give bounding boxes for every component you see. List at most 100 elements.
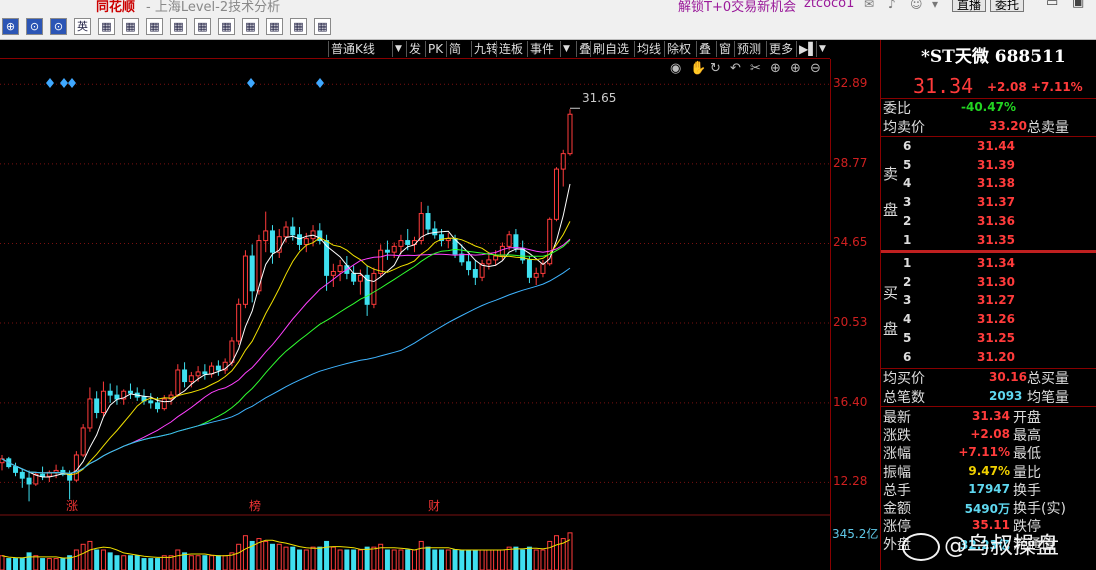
sell-side-label: 盘 <box>883 201 899 219</box>
volume-bar <box>297 549 303 570</box>
ask-price[interactable]: 31.39 <box>977 158 1015 172</box>
chart-tab-2[interactable]: 发 <box>406 41 421 57</box>
volume-bar <box>73 549 79 570</box>
stat-label: 最新 <box>883 410 911 426</box>
candle-body <box>330 270 336 276</box>
candle-body <box>297 234 303 245</box>
ask-price[interactable]: 31.35 <box>977 233 1015 247</box>
toolbar-button-3[interactable]: 英 <box>74 18 91 35</box>
bid-price[interactable]: 31.20 <box>977 350 1015 364</box>
toolbar-button-6[interactable]: ▦ <box>146 18 163 35</box>
volume-bar <box>439 549 445 570</box>
ask-price[interactable]: 31.44 <box>977 139 1015 153</box>
candle-body <box>513 234 519 249</box>
chart-tab-11[interactable]: 均线 <box>634 41 661 57</box>
toolbar-button-7[interactable]: ▦ <box>170 18 187 35</box>
promo-link[interactable]: 解锁T+0交易新机会 <box>678 0 796 14</box>
chart-tab-15[interactable]: 预测 <box>734 41 761 57</box>
y-tick-label: 24.65 <box>833 235 868 250</box>
chart-tab-10[interactable]: 刷自选 <box>590 41 629 57</box>
ask-price[interactable]: 31.36 <box>977 214 1015 228</box>
toolbar-button-13[interactable]: ▦ <box>314 18 331 35</box>
chart-tab-14[interactable]: 窗 <box>716 41 731 57</box>
bid-level: 4 <box>903 312 912 327</box>
chart-tab-12[interactable]: 除权 <box>664 41 691 57</box>
volume-bar <box>384 549 390 570</box>
chart-tab-4[interactable]: 简 <box>446 41 461 57</box>
stat-label-2: 开盘 <box>1013 410 1041 426</box>
weibi-label: 委比 <box>883 101 911 117</box>
volume-bar <box>127 555 133 570</box>
candle-body <box>486 259 492 265</box>
stat-value: +2.08 <box>970 427 1010 442</box>
chart-tab-17[interactable]: ▶▌ <box>796 41 817 57</box>
ask-price[interactable]: 31.38 <box>977 176 1015 190</box>
quote-panel: *ST天微 688511 31.34 +2.08 +7.11% 委比 -40.4… <box>880 40 1096 570</box>
event-marker: 榜 <box>249 499 262 513</box>
bid-price[interactable]: 31.25 <box>977 331 1015 345</box>
chart-tab-8[interactable]: ▼ <box>560 41 570 57</box>
volume-bar <box>202 555 208 570</box>
y-tick-label: 12.28 <box>833 474 868 489</box>
bid-price[interactable]: 31.27 <box>977 293 1015 307</box>
maximize-icon[interactable]: ▣ <box>1072 0 1084 10</box>
candle-body <box>87 398 93 429</box>
toolbar-button-12[interactable]: ▦ <box>290 18 307 35</box>
toolbar-button-10[interactable]: ▦ <box>242 18 259 35</box>
service-icon[interactable]: ☺ <box>910 0 923 11</box>
chart-tab-6[interactable]: 连板 <box>496 41 523 57</box>
volume-bar <box>418 540 424 570</box>
stat-label-2: 换手 <box>1013 482 1041 499</box>
candle-body <box>182 369 188 383</box>
entrust-button[interactable]: 委托 <box>990 0 1025 12</box>
chart-tab-3[interactable]: PK <box>425 41 443 57</box>
live-button[interactable]: 直播 <box>952 0 987 12</box>
ask-level: 5 <box>903 157 912 172</box>
bid-level: 6 <box>903 349 912 364</box>
volume-bar <box>107 552 113 570</box>
toolbar-button-11[interactable]: ▦ <box>266 18 283 35</box>
bid-price[interactable]: 31.30 <box>977 275 1015 289</box>
chart-tab-13[interactable]: 叠 <box>696 41 711 57</box>
candle-body <box>107 390 113 396</box>
candle-body <box>398 240 404 247</box>
stat-value: +7.11% <box>958 445 1010 460</box>
volume-chart[interactable] <box>0 514 830 570</box>
volume-bar <box>472 549 478 570</box>
chart-tab-9[interactable]: 叠 <box>576 41 591 57</box>
candle-body <box>337 265 343 272</box>
mail-icon[interactable]: ✉ <box>864 0 874 11</box>
kline-chart[interactable] <box>0 59 830 511</box>
y-tick-label: 32.89 <box>833 76 868 91</box>
minimize-icon[interactable]: ▭ <box>1046 0 1058 10</box>
signal-diamond <box>60 78 68 88</box>
chart-tab-0[interactable]: 普通K线 <box>328 41 375 57</box>
bid-price[interactable]: 31.34 <box>977 256 1015 270</box>
bid-price[interactable]: 31.26 <box>977 312 1015 326</box>
toolbar-button-4[interactable]: ▦ <box>98 18 115 35</box>
toolbar-button-1[interactable]: ⊙ <box>26 18 43 35</box>
chart-tab-7[interactable]: 事件 <box>527 41 554 57</box>
book-divider <box>881 250 1096 253</box>
candle-body <box>13 466 19 473</box>
stat-label-2: 最高 <box>1013 428 1041 445</box>
y-tick-label: 20.53 <box>833 315 868 330</box>
toolbar-button-5[interactable]: ▦ <box>122 18 139 35</box>
username[interactable]: ztcoco1 <box>804 0 854 11</box>
toolbar-button-8[interactable]: ▦ <box>194 18 211 35</box>
chart-tab-16[interactable]: 更多 <box>766 41 793 57</box>
ask-price[interactable]: 31.37 <box>977 195 1015 209</box>
toolbar-button-0[interactable]: ⊕ <box>2 18 19 35</box>
volume-bar <box>425 546 431 570</box>
bell-icon[interactable]: ♪ <box>888 0 896 11</box>
chart-tab-18[interactable]: ▼ <box>816 41 826 57</box>
chart-tab-1[interactable]: ▼ <box>392 41 402 57</box>
chevron-down-icon[interactable]: ▾ <box>932 0 938 11</box>
volume-bar <box>486 549 492 570</box>
chart-tab-5[interactable]: 九转 <box>471 41 498 57</box>
toolbar-button-9[interactable]: ▦ <box>218 18 235 35</box>
ask-level: 1 <box>903 232 912 247</box>
volume-bar <box>533 549 539 570</box>
toolbar-button-2[interactable]: ⊙ <box>50 18 67 35</box>
volume-bar <box>242 535 248 570</box>
